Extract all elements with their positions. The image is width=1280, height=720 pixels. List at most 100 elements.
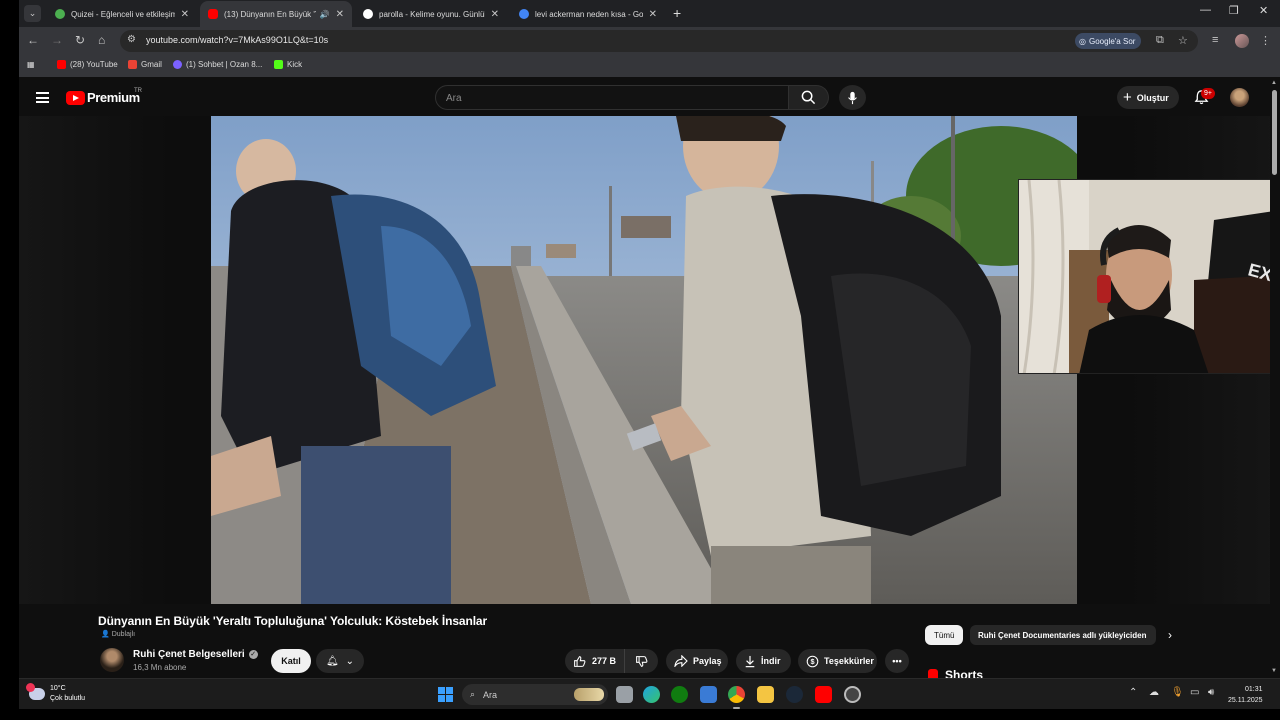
home-icon[interactable]: ⌂ bbox=[98, 33, 105, 47]
taskbar-search-placeholder: Ara bbox=[483, 689, 498, 700]
bookmark-gmail[interactable]: Gmail bbox=[128, 60, 162, 69]
address-bar[interactable]: ⚙ youtube.com/watch?v=7MkAs99O1LQ&t=10s … bbox=[120, 30, 1198, 52]
channel-name[interactable]: Ruhi Çenet Belgeselleri bbox=[133, 649, 245, 660]
hamburger-menu-icon[interactable] bbox=[36, 92, 49, 103]
taskbar-search[interactable]: ⌕ Ara bbox=[462, 684, 608, 705]
chrome-icon[interactable] bbox=[728, 686, 745, 709]
chevron-right-icon[interactable]: › bbox=[1168, 628, 1172, 642]
restore-icon[interactable]: ❐ bbox=[1229, 4, 1239, 17]
bookmark-kick[interactable]: Kick bbox=[274, 60, 302, 69]
close-window-icon[interactable]: ✕ bbox=[1259, 4, 1268, 17]
windows-taskbar: 10°C Çok bulutlu ⌕ Ara ⌃ ☁ 🎙︎ ▭ 🔊︎ 01:31… bbox=[19, 678, 1280, 709]
plus-icon: + bbox=[1123, 89, 1132, 106]
chip-channel-uploads[interactable]: Ruhi Çenet Documentaries adlı yükleyicid… bbox=[970, 625, 1156, 645]
task-view-icon[interactable] bbox=[616, 686, 633, 703]
thumbs-down-icon bbox=[636, 655, 648, 667]
share-button[interactable]: Paylaş bbox=[666, 649, 728, 673]
bookmark-star-icon[interactable]: ☆ bbox=[1178, 34, 1188, 47]
dubbed-badge: 👤 Dublajlı bbox=[101, 630, 135, 639]
profile-avatar-icon[interactable] bbox=[1235, 34, 1249, 48]
close-tab-icon[interactable]: ✕ bbox=[181, 9, 189, 20]
like-dislike-group: 277 B bbox=[565, 649, 658, 673]
steam-icon[interactable] bbox=[786, 686, 803, 703]
chip-all[interactable]: Tümü bbox=[925, 625, 964, 645]
back-icon[interactable]: ← bbox=[27, 33, 39, 47]
video-frame-scene bbox=[211, 116, 1077, 604]
video-player[interactable] bbox=[211, 116, 1077, 604]
tab-search-chevron-icon[interactable]: ⌄ bbox=[24, 5, 41, 22]
display-icon[interactable]: ▭ bbox=[1190, 687, 1199, 698]
cloudy-weather-icon bbox=[26, 683, 45, 700]
search-button[interactable] bbox=[789, 85, 829, 110]
minimize-icon[interactable]: — bbox=[1200, 4, 1211, 16]
subscription-bell-button[interactable]: 🔔︎ ⌄ bbox=[316, 649, 364, 673]
new-tab-button[interactable]: + bbox=[673, 5, 681, 21]
download-button[interactable]: İndir bbox=[736, 649, 791, 673]
onedrive-cloud-icon[interactable]: ☁ bbox=[1149, 687, 1159, 698]
scroll-up-icon[interactable]: ▲ bbox=[1271, 80, 1277, 86]
tab-youtube-video[interactable]: (13) Dünyanın En Büyük 'Ye 🔊 ✕ bbox=[200, 1, 352, 27]
channel-name-row[interactable]: Ruhi Çenet Belgeselleri ✓ bbox=[133, 649, 258, 660]
share-label: Paylaş bbox=[693, 656, 722, 666]
more-actions-button[interactable]: ••• bbox=[885, 649, 909, 673]
speaker-icon[interactable]: 🔊 bbox=[320, 10, 330, 19]
mail-icon[interactable] bbox=[700, 686, 717, 703]
xbox-icon[interactable] bbox=[671, 686, 688, 703]
weather-widget[interactable]: 10°C Çok bulutlu bbox=[26, 683, 85, 704]
tab-title: (13) Dünyanın En Büyük 'Ye bbox=[224, 9, 316, 19]
region-code: TR bbox=[134, 88, 142, 94]
gmail-icon bbox=[128, 60, 137, 69]
obs-icon[interactable] bbox=[844, 686, 861, 703]
reload-icon[interactable]: ↻ bbox=[75, 33, 85, 47]
youtube-brand[interactable]: Premium bbox=[87, 90, 140, 105]
volume-icon[interactable]: 🔊︎ bbox=[1208, 687, 1214, 698]
subscriber-count: 16,3 Mn abone bbox=[133, 663, 187, 672]
tab-google-search[interactable]: levi ackerman neden kısa - Goo ✕ bbox=[511, 1, 665, 27]
clock-date: 25.11.2025 bbox=[1228, 697, 1263, 704]
google-ask-button[interactable]: ◎ Google'a Sor bbox=[1075, 33, 1142, 49]
page-scrollbar[interactable]: ▲ ▼ bbox=[1270, 80, 1280, 680]
tab-title: parolla - Kelime oyunu. Günlük bbox=[379, 9, 485, 19]
edge-browser-icon[interactable] bbox=[643, 686, 660, 703]
scrollbar-thumb[interactable] bbox=[1272, 90, 1277, 175]
url-text[interactable]: youtube.com/watch?v=7MkAs99O1LQ&t=10s bbox=[146, 35, 328, 45]
kick-icon bbox=[274, 60, 283, 69]
file-explorer-icon[interactable] bbox=[757, 686, 774, 703]
youtube-app-icon[interactable] bbox=[815, 686, 832, 703]
join-button[interactable]: Katıl bbox=[271, 649, 311, 673]
create-button[interactable]: + Oluştur bbox=[1117, 86, 1179, 109]
youtube-logo-icon[interactable] bbox=[66, 91, 85, 105]
tab-parolla[interactable]: parolla - Kelime oyunu. Günlük ✕ bbox=[355, 1, 507, 27]
dubbed-person-icon: 👤 bbox=[101, 631, 110, 638]
like-button[interactable]: 277 B bbox=[565, 649, 626, 673]
system-clock[interactable]: 01:31 25.11.2025 bbox=[1228, 684, 1263, 706]
thanks-button[interactable]: $ Teşekkürler bbox=[798, 649, 877, 673]
close-tab-icon[interactable]: ✕ bbox=[336, 9, 344, 20]
like-count: 277 B bbox=[592, 656, 617, 666]
install-app-icon[interactable]: ⧉ bbox=[1156, 34, 1164, 47]
channel-avatar[interactable] bbox=[100, 648, 124, 672]
apps-grid-icon[interactable]: ▦ bbox=[27, 60, 35, 69]
webcam-overlay: EXVE bbox=[1018, 179, 1280, 374]
search-input[interactable] bbox=[446, 91, 766, 105]
tray-overflow-chevron-icon[interactable]: ⌃ bbox=[1129, 687, 1137, 698]
bookmark-sohbet[interactable]: (1) Sohbet | Ozan 8... bbox=[173, 60, 262, 69]
menu-kebab-icon[interactable]: ⋮ bbox=[1260, 34, 1271, 47]
dislike-button[interactable] bbox=[625, 655, 658, 668]
reading-list-icon[interactable]: ≡ bbox=[1212, 34, 1218, 46]
notification-badge: 9+ bbox=[1201, 88, 1215, 99]
tab-quizei[interactable]: Quizei - Eğlenceli ve etkileşimli ✕ bbox=[47, 1, 197, 27]
youtube-header: Premium TR + Oluştur 9+ bbox=[19, 80, 1280, 116]
account-avatar[interactable] bbox=[1230, 88, 1249, 107]
tab-strip: ⌄ Quizei - Eğlenceli ve etkileşimli ✕ (1… bbox=[19, 0, 1280, 27]
close-tab-icon[interactable]: ✕ bbox=[649, 9, 657, 20]
close-tab-icon[interactable]: ✕ bbox=[491, 9, 499, 20]
site-settings-icon[interactable]: ⚙ bbox=[127, 34, 136, 45]
microphone-tray-icon[interactable]: 🎙︎ bbox=[1171, 687, 1184, 698]
bookmark-youtube[interactable]: (28) YouTube bbox=[57, 60, 118, 69]
forward-icon[interactable]: → bbox=[51, 33, 63, 47]
voice-search-button[interactable] bbox=[839, 85, 866, 110]
windows-start-icon[interactable] bbox=[438, 687, 453, 702]
super-thanks-icon: $ bbox=[806, 655, 819, 667]
scroll-down-icon[interactable]: ▼ bbox=[1271, 668, 1277, 674]
